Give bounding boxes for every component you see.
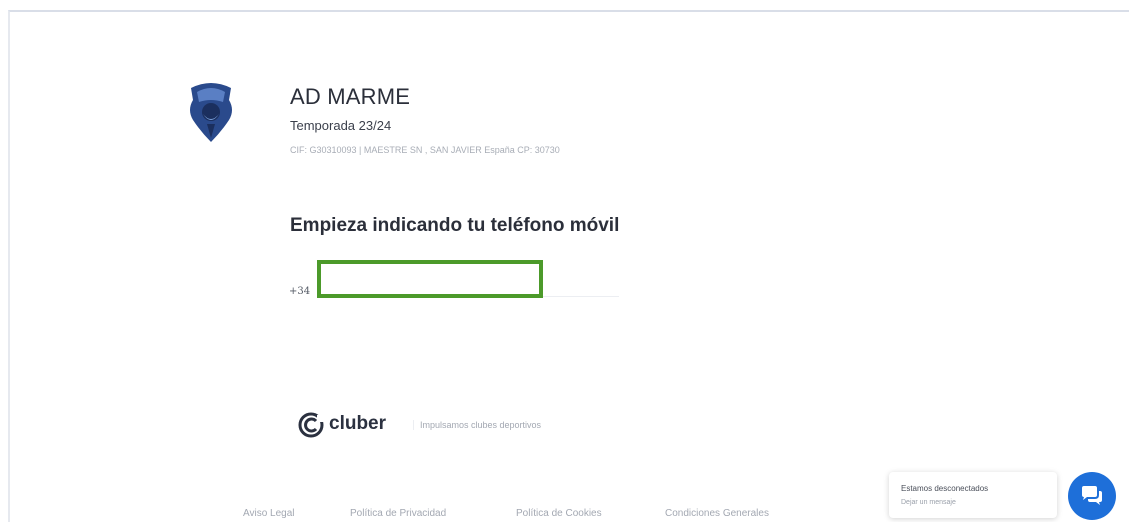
season-label: Temporada 23/24 (290, 118, 392, 133)
footer-link-privacidad[interactable]: Política de Privacidad (350, 508, 446, 519)
page-frame (8, 10, 1129, 522)
cluber-tagline: Impulsamos clubes deportivos (413, 420, 541, 430)
cluber-brand-name: cluber (329, 413, 387, 434)
phone-input[interactable] (317, 260, 543, 298)
footer-link-aviso-legal[interactable]: Aviso Legal (243, 508, 295, 519)
chat-button[interactable] (1068, 472, 1116, 520)
chat-status-bubble[interactable]: Estamos desconectados Dejar un mensaje (889, 472, 1057, 518)
footer-link-condiciones[interactable]: Condiciones Generales (665, 508, 769, 519)
input-underline (543, 296, 619, 297)
chat-leave-message[interactable]: Dejar un mensaje (901, 499, 1045, 506)
club-crest-logo (190, 83, 232, 142)
footer-link-cookies[interactable]: Política de Cookies (516, 508, 602, 519)
chat-status-title: Estamos desconectados (901, 484, 989, 493)
cluber-logo-icon (298, 412, 324, 438)
chat-icon (1082, 486, 1102, 505)
phone-prompt-heading: Empieza indicando tu teléfono móvil (290, 215, 620, 236)
phone-prefix: +34 (289, 286, 311, 297)
club-name: AD MARME (290, 84, 411, 109)
club-info: CIF: G30310093 | MAESTRE SN , SAN JAVIER… (290, 145, 560, 155)
